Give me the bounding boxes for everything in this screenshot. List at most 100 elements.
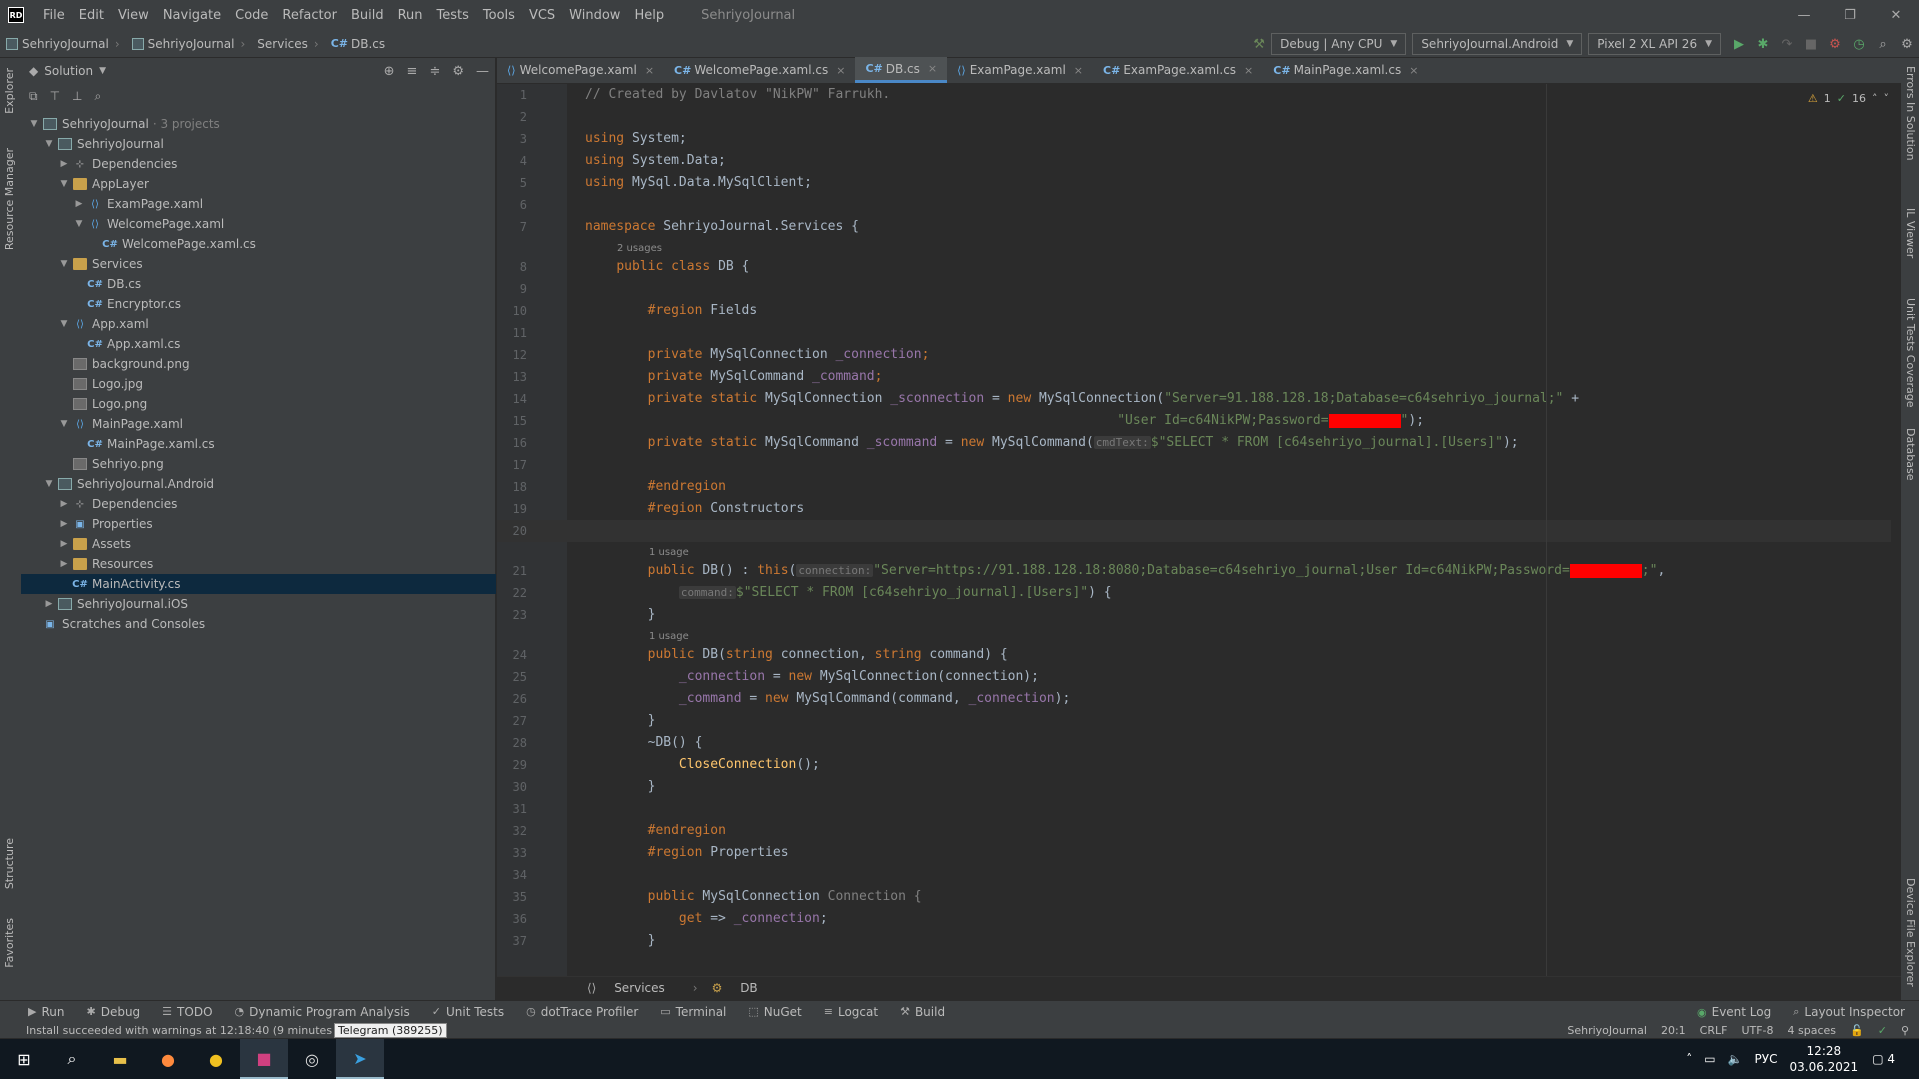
- tree-item[interactable]: C# MainActivity.cs: [21, 574, 496, 594]
- code-line[interactable]: 20: [497, 520, 1901, 542]
- menu-run[interactable]: Run: [391, 8, 430, 23]
- locate-icon[interactable]: ⊕: [384, 64, 395, 79]
- filter-icon[interactable]: ⊤: [50, 89, 60, 103]
- breadcrumb-solution[interactable]: SehriyoJournal ›: [0, 37, 126, 51]
- code-line[interactable]: 32 #endregion: [497, 820, 1901, 842]
- chevron-down-icon[interactable]: ▼: [57, 419, 71, 429]
- chevron-down-icon[interactable]: ▼: [72, 219, 86, 229]
- volume-icon[interactable]: 🔈: [1728, 1052, 1743, 1066]
- breadcrumb-project[interactable]: SehriyoJournal ›: [126, 37, 252, 51]
- tab-database[interactable]: Database: [1904, 428, 1917, 481]
- tree-item[interactable]: background.png: [21, 354, 496, 374]
- tool-dottrace-profiler[interactable]: ◷ dotTrace Profiler: [526, 1005, 638, 1019]
- search-icon[interactable]: ⌕: [48, 1039, 96, 1079]
- tree-item[interactable]: ▶ ⊹ Dependencies: [21, 154, 496, 174]
- chevron-down-icon[interactable]: ▼: [42, 139, 56, 149]
- tab-explorer[interactable]: Explorer: [3, 68, 16, 114]
- code-line[interactable]: 3 using System;: [497, 128, 1901, 150]
- tool-terminal[interactable]: ▭ Terminal: [660, 1005, 726, 1019]
- file-encoding[interactable]: UTF-8: [1741, 1024, 1773, 1037]
- code-line[interactable]: 33 #region Properties: [497, 842, 1901, 864]
- debug-icon[interactable]: ✱: [1751, 32, 1775, 56]
- rider-icon[interactable]: ■: [240, 1039, 288, 1079]
- build-hammer-icon[interactable]: ⚒: [1247, 32, 1271, 56]
- indent-setting[interactable]: 4 spaces: [1788, 1024, 1837, 1037]
- menu-vcs[interactable]: VCS: [522, 8, 562, 23]
- code-line[interactable]: 26 _command = new MySqlCommand(command, …: [497, 688, 1901, 710]
- menu-tools[interactable]: Tools: [476, 8, 522, 23]
- app-icon[interactable]: ◎: [288, 1039, 336, 1079]
- menu-window[interactable]: Window: [562, 8, 627, 23]
- chevron-down-icon[interactable]: ▼: [57, 319, 71, 329]
- tree-item[interactable]: ▣ Scratches and Consoles: [21, 614, 496, 634]
- menu-view[interactable]: View: [111, 8, 156, 23]
- close-tab-icon[interactable]: ×: [928, 62, 937, 75]
- lock-icon[interactable]: 🔓: [1850, 1024, 1864, 1037]
- code-line[interactable]: 29 CloseConnection();: [497, 754, 1901, 776]
- network-icon[interactable]: ▭: [1704, 1052, 1715, 1066]
- code-line[interactable]: 27 }: [497, 710, 1901, 732]
- tree-item[interactable]: ▼ ⟨⟩ MainPage.xaml: [21, 414, 496, 434]
- tool-dynamic-program-analysis[interactable]: ◔ Dynamic Program Analysis: [235, 1005, 410, 1019]
- chevron-right-icon[interactable]: ▶: [57, 539, 71, 549]
- tree-item[interactable]: ▶ Resources: [21, 554, 496, 574]
- tree-item[interactable]: ▶ ⊹ Dependencies: [21, 494, 496, 514]
- attach-icon[interactable]: ↷: [1775, 32, 1799, 56]
- usages-hint[interactable]: 1 usage: [497, 630, 1901, 644]
- scrollbar[interactable]: [1891, 84, 1901, 976]
- tree-item[interactable]: ▶ Assets: [21, 534, 496, 554]
- sort-icon[interactable]: ⊥: [72, 89, 82, 103]
- editor-tab[interactable]: C# WelcomePage.xaml.cs ×: [664, 57, 855, 83]
- tab-errors-in-solution[interactable]: Errors In Solution: [1904, 66, 1917, 161]
- tree-item[interactable]: ▼ SehriyoJournal.Android: [21, 474, 496, 494]
- tree-item[interactable]: ▶ SehriyoJournal.iOS: [21, 594, 496, 614]
- code-line[interactable]: 28 ~DB() {: [497, 732, 1901, 754]
- code-line[interactable]: 2: [497, 106, 1901, 128]
- file-explorer-icon[interactable]: ▬: [96, 1039, 144, 1079]
- editor-tab[interactable]: ⟨⟩ WelcomePage.xaml ×: [497, 57, 664, 83]
- code-line[interactable]: 10 #region Fields: [497, 300, 1901, 322]
- language-indicator[interactable]: РУС: [1755, 1052, 1778, 1066]
- inspection-icon[interactable]: ✓: [1878, 1024, 1887, 1037]
- code-line[interactable]: 21 public DB() : this(connection: "Server…: [497, 560, 1901, 582]
- code-line[interactable]: 18 #endregion: [497, 476, 1901, 498]
- menu-navigate[interactable]: Navigate: [156, 8, 228, 23]
- breadcrumb-file[interactable]: C# DB.cs: [325, 37, 391, 51]
- chevron-right-icon[interactable]: ▶: [57, 159, 71, 169]
- run-icon[interactable]: ▶: [1727, 32, 1751, 56]
- tool-todo[interactable]: ☰ TODO: [162, 1005, 212, 1019]
- restore-icon[interactable]: ❐: [1827, 0, 1873, 30]
- menu-tests[interactable]: Tests: [430, 8, 476, 23]
- tab-resource-manager[interactable]: Resource Manager: [3, 148, 16, 250]
- line-separator[interactable]: CRLF: [1700, 1024, 1728, 1037]
- code-line[interactable]: 13 private MySqlCommand _command;: [497, 366, 1901, 388]
- chevron-right-icon[interactable]: ▶: [42, 599, 56, 609]
- code-line[interactable]: 15 "User Id=c64NikPW;Password= ");: [497, 410, 1901, 432]
- status-project[interactable]: SehriyoJournal: [1567, 1024, 1647, 1037]
- stop-icon[interactable]: ■: [1799, 32, 1823, 56]
- event-log-button[interactable]: ◉ Event Log: [1697, 1005, 1771, 1019]
- tree-item[interactable]: ▼ ⟨⟩ WelcomePage.xaml: [21, 214, 496, 234]
- tool-run[interactable]: ▶ Run: [28, 1005, 64, 1019]
- menu-edit[interactable]: Edit: [72, 8, 111, 23]
- tool-nuget[interactable]: ⬚ NuGet: [748, 1005, 801, 1019]
- configuration-selector[interactable]: Debug | Any CPU ▼: [1271, 33, 1407, 55]
- close-tab-icon[interactable]: ×: [1244, 64, 1253, 77]
- editor-tab[interactable]: C# ExamPage.xaml.cs ×: [1093, 57, 1263, 83]
- telegram-icon[interactable]: ➤: [336, 1039, 384, 1079]
- usages-hint[interactable]: 1 usage: [497, 546, 1901, 560]
- menu-code[interactable]: Code: [228, 8, 275, 23]
- code-line[interactable]: 19 #region Constructors: [497, 498, 1901, 520]
- chevron-down-icon[interactable]: ▼: [57, 179, 71, 189]
- explorer-view-selector[interactable]: Solution: [44, 64, 93, 78]
- tree-item[interactable]: ▼ AppLayer: [21, 174, 496, 194]
- tree-item[interactable]: C# WelcomePage.xaml.cs: [21, 234, 496, 254]
- code-line[interactable]: 16 private static MySqlCommand _scommand…: [497, 432, 1901, 454]
- code-line[interactable]: 5 using MySql.Data.MySqlClient;: [497, 172, 1901, 194]
- code-line[interactable]: 12 private MySqlConnection _connection;: [497, 344, 1901, 366]
- chevron-down-icon[interactable]: ▼: [57, 259, 71, 269]
- menu-file[interactable]: File: [36, 8, 72, 23]
- tool-build[interactable]: ⚒ Build: [900, 1005, 945, 1019]
- code-line[interactable]: 37 }: [497, 930, 1901, 952]
- tool-logcat[interactable]: ≡ Logcat: [824, 1005, 878, 1019]
